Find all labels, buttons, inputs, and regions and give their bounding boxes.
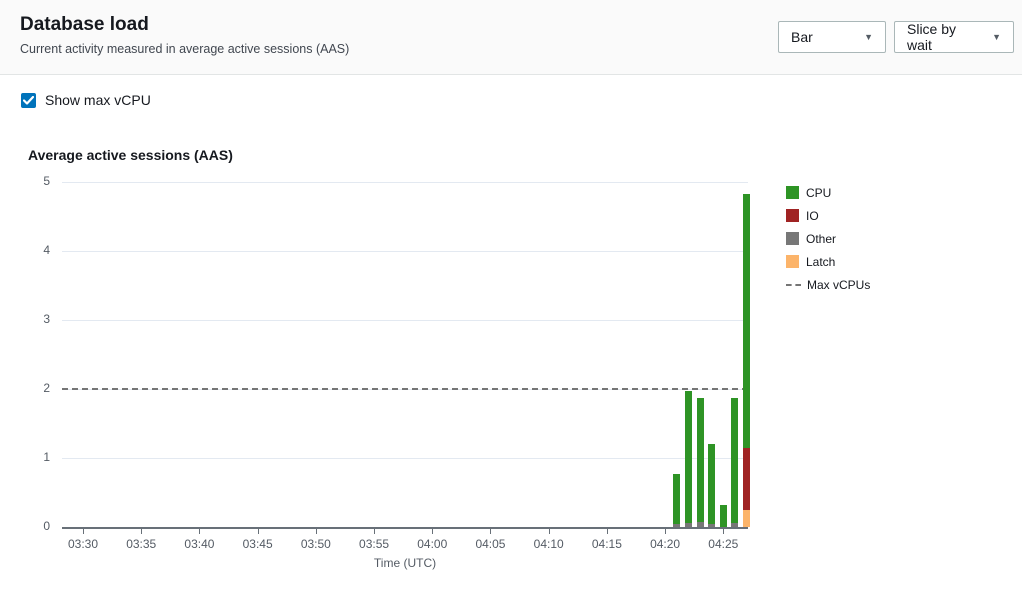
legend-color-swatch	[786, 186, 799, 199]
database-load-panel: Database load Current activity measured …	[0, 0, 1022, 609]
chart-bar-segment-cpu[interactable]	[697, 398, 704, 522]
x-tick-mark	[199, 528, 200, 534]
legend-label: Other	[806, 232, 836, 246]
chart-bar-segment-cpu[interactable]	[685, 391, 692, 523]
legend-item-other: Other	[786, 231, 870, 246]
x-tick-mark	[258, 528, 259, 534]
chart-bar-segment-cpu[interactable]	[720, 505, 727, 527]
chart-bar-segment-other[interactable]	[697, 522, 704, 527]
chart-legend: CPU IO Other Latch Max vCPUs	[786, 185, 870, 300]
chart-bar-segment-other[interactable]	[708, 524, 715, 527]
x-tick-mark	[83, 528, 84, 534]
x-tick-mark	[432, 528, 433, 534]
chart-bar-segment-other[interactable]	[731, 523, 738, 527]
chart-bar-segment-cpu[interactable]	[743, 194, 750, 449]
chart-bar-segment-io[interactable]	[743, 448, 750, 509]
y-tick-label: 2	[20, 381, 50, 395]
x-tick-mark	[723, 528, 724, 534]
y-gridline	[62, 320, 748, 321]
y-tick-label: 3	[20, 312, 50, 326]
legend-item-latch: Latch	[786, 254, 870, 269]
x-tick-mark	[607, 528, 608, 534]
x-tick-label: 04:00	[410, 537, 454, 551]
checkbox-checked-icon[interactable]	[21, 93, 36, 108]
legend-color-swatch	[786, 255, 799, 268]
legend-label: IO	[806, 209, 819, 223]
panel-header: Database load Current activity measured …	[0, 0, 1022, 75]
chart-bar-segment-other[interactable]	[685, 523, 692, 527]
y-gridline	[62, 251, 748, 252]
dashed-line-icon	[786, 284, 801, 286]
header-controls: Bar ▼ Slice by wait ▼	[778, 21, 1014, 53]
x-tick-mark	[490, 528, 491, 534]
chart-bar-segment-other[interactable]	[673, 524, 680, 527]
x-tick-label: 04:15	[585, 537, 629, 551]
x-tick-label: 04:20	[643, 537, 687, 551]
x-tick-mark	[374, 528, 375, 534]
legend-item-max-vcpus: Max vCPUs	[786, 277, 870, 292]
chart-title: Average active sessions (AAS)	[28, 147, 233, 163]
legend-item-cpu: CPU	[786, 185, 870, 200]
x-tick-label: 04:25	[701, 537, 745, 551]
x-tick-label: 03:55	[352, 537, 396, 551]
chart-bar-segment-cpu[interactable]	[731, 398, 738, 523]
x-tick-mark	[141, 528, 142, 534]
y-gridline	[62, 458, 748, 459]
x-tick-label: 03:45	[236, 537, 280, 551]
x-tick-mark	[549, 528, 550, 534]
y-tick-label: 5	[20, 174, 50, 188]
slice-by-dropdown-value: Slice by wait	[907, 21, 982, 53]
legend-label: Latch	[806, 255, 835, 269]
chart-bar-segment-latch[interactable]	[743, 510, 750, 527]
y-gridline	[62, 182, 748, 183]
y-tick-label: 1	[20, 450, 50, 464]
legend-color-swatch	[786, 209, 799, 222]
x-tick-label: 03:50	[294, 537, 338, 551]
legend-label: Max vCPUs	[807, 278, 870, 292]
show-max-vcpu-checkbox[interactable]: Show max vCPU	[21, 92, 151, 108]
y-tick-label: 0	[20, 519, 50, 533]
x-axis-title: Time (UTC)	[345, 556, 465, 570]
x-tick-label: 03:35	[119, 537, 163, 551]
legend-color-swatch	[786, 232, 799, 245]
x-axis-line	[62, 527, 748, 529]
page-subtitle: Current activity measured in average act…	[20, 42, 349, 56]
show-max-vcpu-label: Show max vCPU	[45, 92, 151, 108]
x-tick-label: 04:10	[527, 537, 571, 551]
check-icon	[23, 96, 34, 105]
x-tick-label: 04:05	[468, 537, 512, 551]
legend-item-io: IO	[786, 208, 870, 223]
x-tick-mark	[665, 528, 666, 534]
legend-label: CPU	[806, 186, 831, 200]
x-tick-label: 03:30	[61, 537, 105, 551]
chart-bar-segment-cpu[interactable]	[673, 474, 680, 524]
chart-bar-segment-cpu[interactable]	[708, 444, 715, 524]
x-tick-mark	[316, 528, 317, 534]
chevron-down-icon: ▼	[864, 32, 873, 42]
chart-type-dropdown[interactable]: Bar ▼	[778, 21, 886, 53]
page-title: Database load	[20, 14, 149, 36]
max-vcpus-line	[62, 388, 748, 390]
y-tick-label: 4	[20, 243, 50, 257]
chevron-down-icon: ▼	[992, 32, 1001, 42]
slice-by-dropdown[interactable]: Slice by wait ▼	[894, 21, 1014, 53]
chart-type-dropdown-value: Bar	[791, 29, 813, 45]
x-tick-label: 03:40	[177, 537, 221, 551]
